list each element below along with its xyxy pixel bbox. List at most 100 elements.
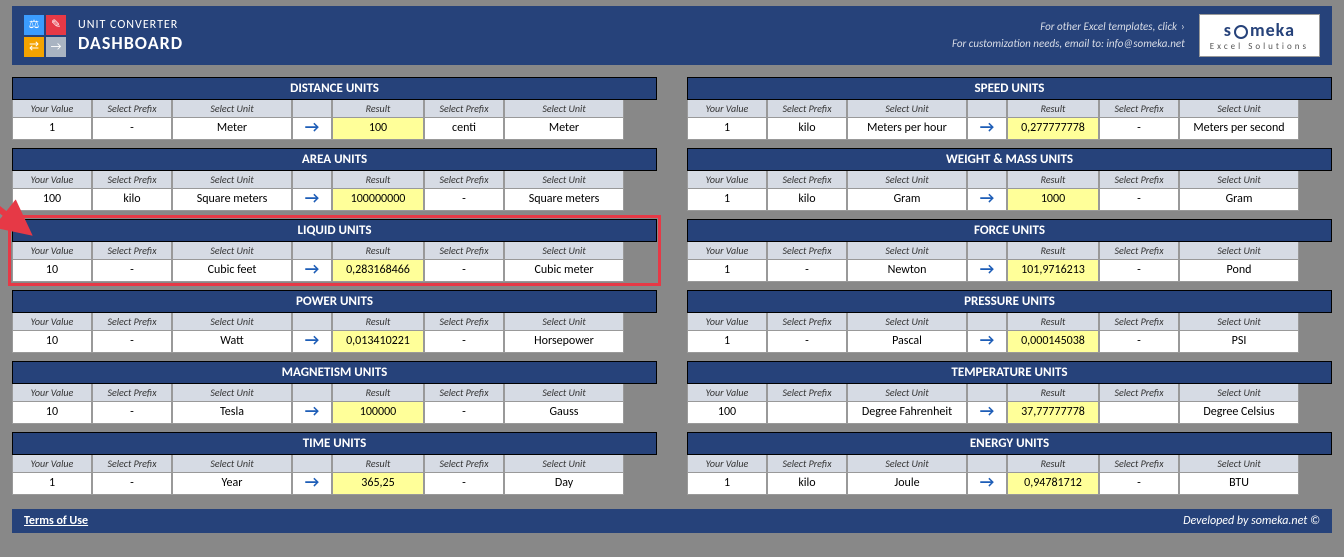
unit-select[interactable]: Meters per hour — [847, 118, 967, 140]
unit-select[interactable]: Square meters — [172, 189, 292, 211]
result-unit-select[interactable]: Square meters — [504, 189, 624, 211]
result-unit-select[interactable]: Meters per second — [1179, 118, 1299, 140]
your-value-input[interactable]: 1 — [687, 118, 767, 140]
your-value-input[interactable]: 1 — [687, 473, 767, 495]
result-unit-select[interactable]: BTU — [1179, 473, 1299, 495]
prefix-select[interactable]: - — [767, 331, 847, 353]
result-prefix-select[interactable]: - — [424, 473, 504, 495]
your-value-input[interactable]: 10 — [12, 260, 92, 282]
label-unit: Select Unit — [172, 100, 292, 118]
converter-card: FORCE UNITSYour ValueSelect PrefixSelect… — [687, 219, 1332, 282]
unit-select[interactable]: Gram — [847, 189, 967, 211]
label-your-value: Your Value — [687, 100, 767, 118]
templates-link-text[interactable]: For other Excel templates, click — [1040, 20, 1177, 33]
result-unit-select[interactable]: Pond — [1179, 260, 1299, 282]
result-prefix-select[interactable] — [1099, 402, 1179, 424]
card-title: TEMPERATURE UNITS — [687, 361, 1332, 384]
arrow-right-icon: → — [967, 189, 1007, 211]
prefix-select[interactable]: - — [92, 402, 172, 424]
result-unit-select[interactable]: Cubic meter — [504, 260, 624, 282]
your-value-input[interactable]: 1 — [687, 331, 767, 353]
unit-select[interactable]: Watt — [172, 331, 292, 353]
arrow-right-icon: → — [292, 402, 332, 424]
result-unit-select[interactable]: Meter — [504, 118, 624, 140]
result-prefix-select[interactable]: - — [424, 260, 504, 282]
label-unit: Select Unit — [504, 100, 624, 118]
brand-logo[interactable]: smeka Excel Solutions — [1199, 14, 1320, 57]
your-value-input[interactable]: 100 — [687, 402, 767, 424]
prefix-select[interactable]: - — [92, 118, 172, 140]
label-prefix: Select Prefix — [424, 171, 504, 189]
result-prefix-select[interactable]: - — [1099, 189, 1179, 211]
label-unit: Select Unit — [847, 242, 967, 260]
your-value-input[interactable]: 100 — [12, 189, 92, 211]
result-prefix-select[interactable]: - — [424, 402, 504, 424]
your-value-input[interactable]: 1 — [12, 118, 92, 140]
result-prefix-select[interactable]: - — [424, 331, 504, 353]
unit-select[interactable]: Cubic feet — [172, 260, 292, 282]
prefix-select[interactable]: - — [767, 260, 847, 282]
prefix-select[interactable]: - — [92, 260, 172, 282]
converter-card: POWER UNITSYour ValueSelect PrefixSelect… — [12, 290, 657, 353]
icon-arrow: → — [46, 37, 66, 57]
label-unit: Select Unit — [847, 455, 967, 473]
label-result: Result — [1007, 313, 1099, 331]
arrow-right-icon: → — [292, 331, 332, 353]
terms-of-use-link[interactable]: Terms of Use — [24, 514, 88, 528]
result-value: 101,9716213 — [1007, 260, 1099, 282]
result-prefix-select[interactable]: - — [1099, 331, 1179, 353]
label-spacer — [967, 242, 1007, 260]
prefix-select[interactable]: kilo — [92, 189, 172, 211]
result-prefix-select[interactable]: - — [1099, 473, 1179, 495]
label-unit: Select Unit — [847, 313, 967, 331]
result-prefix-select[interactable]: centi — [424, 118, 504, 140]
result-unit-select[interactable]: Day — [504, 473, 624, 495]
result-unit-select[interactable]: PSI — [1179, 331, 1299, 353]
result-unit-select[interactable]: Gram — [1179, 189, 1299, 211]
arrow-right-icon: → — [967, 402, 1007, 424]
your-value-input[interactable]: 10 — [12, 402, 92, 424]
prefix-select[interactable]: kilo — [767, 118, 847, 140]
label-prefix: Select Prefix — [1099, 242, 1179, 260]
label-unit: Select Unit — [847, 384, 967, 402]
label-result: Result — [1007, 171, 1099, 189]
label-your-value: Your Value — [687, 171, 767, 189]
label-result: Result — [1007, 242, 1099, 260]
prefix-select[interactable]: - — [92, 473, 172, 495]
label-prefix: Select Prefix — [424, 313, 504, 331]
label-unit: Select Unit — [172, 313, 292, 331]
label-your-value: Your Value — [687, 455, 767, 473]
your-value-input[interactable]: 1 — [687, 189, 767, 211]
converter-card: WEIGHT & MASS UNITSYour ValueSelect Pref… — [687, 148, 1332, 211]
icon-swap: ⇄ — [24, 37, 44, 57]
unit-select[interactable]: Year — [172, 473, 292, 495]
label-result: Result — [1007, 384, 1099, 402]
your-value-input[interactable]: 1 — [12, 473, 92, 495]
result-prefix-select[interactable]: - — [1099, 118, 1179, 140]
card-title: LIQUID UNITS — [12, 219, 657, 242]
prefix-select[interactable]: - — [92, 331, 172, 353]
converter-card: MAGNETISM UNITSYour ValueSelect PrefixSe… — [12, 361, 657, 424]
unit-select[interactable]: Degree Fahrenheit — [847, 402, 967, 424]
unit-select[interactable]: Joule — [847, 473, 967, 495]
prefix-select[interactable] — [767, 402, 847, 424]
unit-select[interactable]: Meter — [172, 118, 292, 140]
unit-select[interactable]: Newton — [847, 260, 967, 282]
result-value: 0,283168466 — [332, 260, 424, 282]
result-prefix-select[interactable]: - — [424, 189, 504, 211]
result-unit-select[interactable]: Horsepower — [504, 331, 624, 353]
unit-select[interactable]: Tesla — [172, 402, 292, 424]
your-value-input[interactable]: 10 — [12, 331, 92, 353]
result-unit-select[interactable]: Degree Celsius — [1179, 402, 1299, 424]
result-value: 365,25 — [332, 473, 424, 495]
prefix-select[interactable]: kilo — [767, 473, 847, 495]
result-value: 100000000 — [332, 189, 424, 211]
your-value-input[interactable]: 1 — [687, 260, 767, 282]
result-unit-select[interactable]: Gauss — [504, 402, 624, 424]
label-result: Result — [332, 313, 424, 331]
label-your-value: Your Value — [12, 313, 92, 331]
unit-select[interactable]: Pascal — [847, 331, 967, 353]
label-prefix: Select Prefix — [767, 171, 847, 189]
prefix-select[interactable]: kilo — [767, 189, 847, 211]
result-prefix-select[interactable]: - — [1099, 260, 1179, 282]
